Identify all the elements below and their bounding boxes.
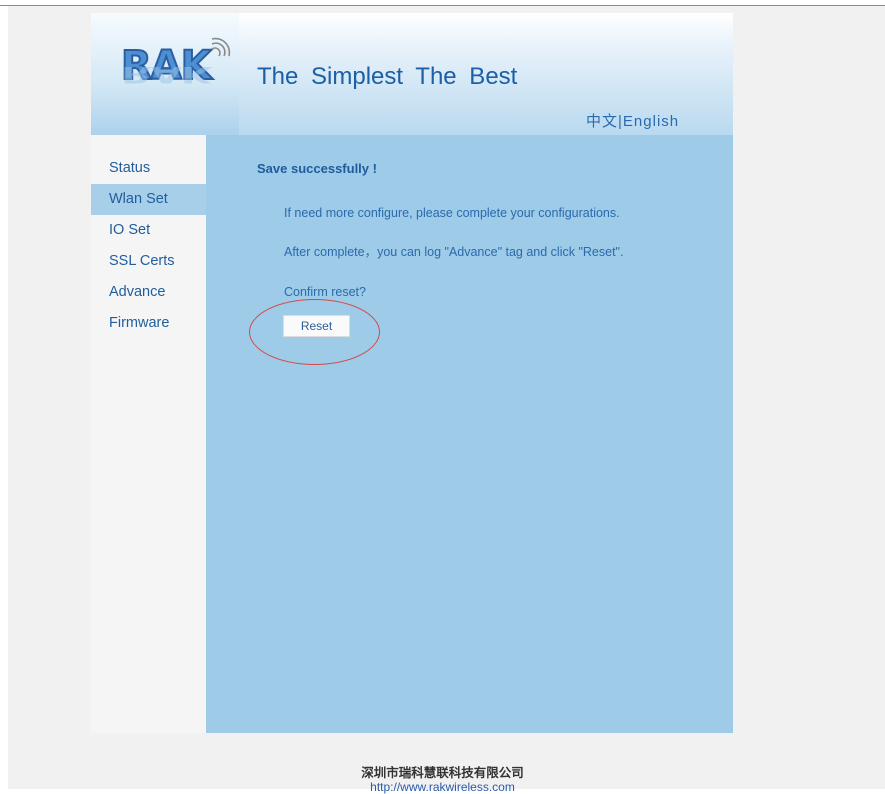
wifi-signal-icon bbox=[209, 35, 233, 64]
save-success-message: Save successfully ! bbox=[257, 161, 377, 176]
logo: RAK RAK bbox=[91, 13, 239, 135]
sidebar: Status Wlan Set IO Set SSL Certs Advance… bbox=[91, 135, 206, 733]
instruction-line-1: If need more configure, please complete … bbox=[284, 206, 620, 220]
main-content: Save successfully ! If need more configu… bbox=[206, 135, 733, 733]
sidebar-item-advance[interactable]: Advance bbox=[91, 277, 206, 308]
sidebar-item-status[interactable]: Status bbox=[91, 153, 206, 184]
instruction-line-2: After complete，you can log "Advance" tag… bbox=[284, 245, 624, 259]
language-switcher: 中文|English bbox=[586, 110, 679, 131]
confirm-reset-label: Confirm reset? bbox=[284, 285, 366, 299]
sidebar-item-io-set[interactable]: IO Set bbox=[91, 215, 206, 246]
reset-button[interactable]: Reset bbox=[283, 315, 350, 337]
footer-url-link[interactable]: http://www.rakwireless.com bbox=[0, 780, 885, 794]
logo-reflection: RAK bbox=[121, 61, 211, 87]
header: RAK RAK The Simplest The Best 中文|English bbox=[91, 13, 733, 135]
sidebar-item-firmware[interactable]: Firmware bbox=[91, 308, 206, 339]
footer-company: 深圳市瑞科慧联科技有限公司 bbox=[361, 765, 524, 780]
sidebar-item-ssl-certs[interactable]: SSL Certs bbox=[91, 246, 206, 277]
lang-english-link[interactable]: English bbox=[623, 113, 679, 130]
slogan: The Simplest The Best bbox=[257, 63, 518, 90]
lang-chinese-link[interactable]: 中文 bbox=[586, 113, 618, 130]
config-page: RAK RAK The Simplest The Best 中文|English… bbox=[91, 13, 733, 733]
sidebar-item-wlan-set[interactable]: Wlan Set bbox=[91, 184, 206, 215]
